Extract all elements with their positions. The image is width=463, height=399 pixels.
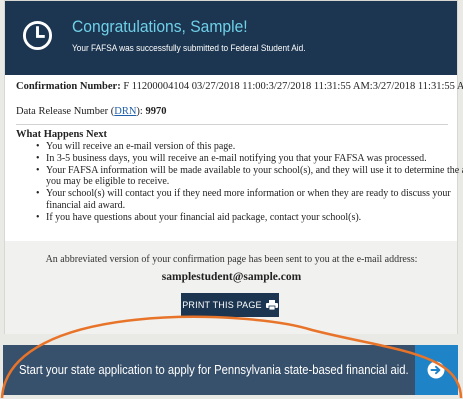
list-item: In 3-5 business days, you will receive a… bbox=[36, 153, 463, 165]
divider bbox=[16, 124, 448, 125]
next-steps-list: You will receive an e-mail version of th… bbox=[16, 141, 463, 224]
printer-icon bbox=[265, 300, 278, 310]
drn-value: 9970 bbox=[145, 106, 167, 117]
print-button[interactable]: PRINT THIS PAGE bbox=[181, 293, 279, 317]
state-application-banner[interactable]: Start your state application to apply fo… bbox=[3, 345, 458, 395]
email-address: samplestudent@sample.com bbox=[161, 271, 302, 283]
drn-prefix: Data Release Number ( bbox=[16, 106, 115, 117]
email-notice: An abbreviated version of your confirmat… bbox=[45, 254, 418, 265]
state-arrow-button[interactable] bbox=[415, 345, 458, 395]
print-button-label: PRINT THIS PAGE bbox=[182, 300, 262, 310]
clock-icon bbox=[22, 20, 53, 51]
list-item: Your school(s) will contact you if they … bbox=[36, 188, 463, 212]
state-application-link[interactable]: Start your state application to apply fo… bbox=[19, 363, 409, 377]
drn-link[interactable]: DRN bbox=[114, 106, 136, 117]
confirmation-card: Congratulations, Sample! Your FAFSA was … bbox=[4, 0, 463, 334]
list-item: If you have questions about your financi… bbox=[36, 212, 463, 224]
list-item: You will receive an e-mail version of th… bbox=[36, 141, 463, 153]
arrow-right-circle-icon bbox=[427, 361, 445, 379]
list-item: Your FAFSA information will be made avai… bbox=[36, 165, 463, 189]
next-steps-title: What Happens Next bbox=[16, 129, 108, 140]
confirmation-header: Congratulations, Sample! Your FAFSA was … bbox=[5, 1, 457, 75]
confirmation-value: F 11200004104 03/27/2018 11:00:3/27/2018… bbox=[123, 81, 463, 92]
header-title: Congratulations, Sample! bbox=[72, 17, 248, 36]
confirmation-label: Confirmation Number: bbox=[16, 81, 121, 92]
data-release-number: Data Release Number (DRN): 9970 bbox=[16, 106, 166, 117]
confirmation-number: Confirmation Number: F 11200004104 03/27… bbox=[16, 81, 463, 92]
header-subtitle: Your FAFSA was successfully submitted to… bbox=[72, 43, 306, 53]
